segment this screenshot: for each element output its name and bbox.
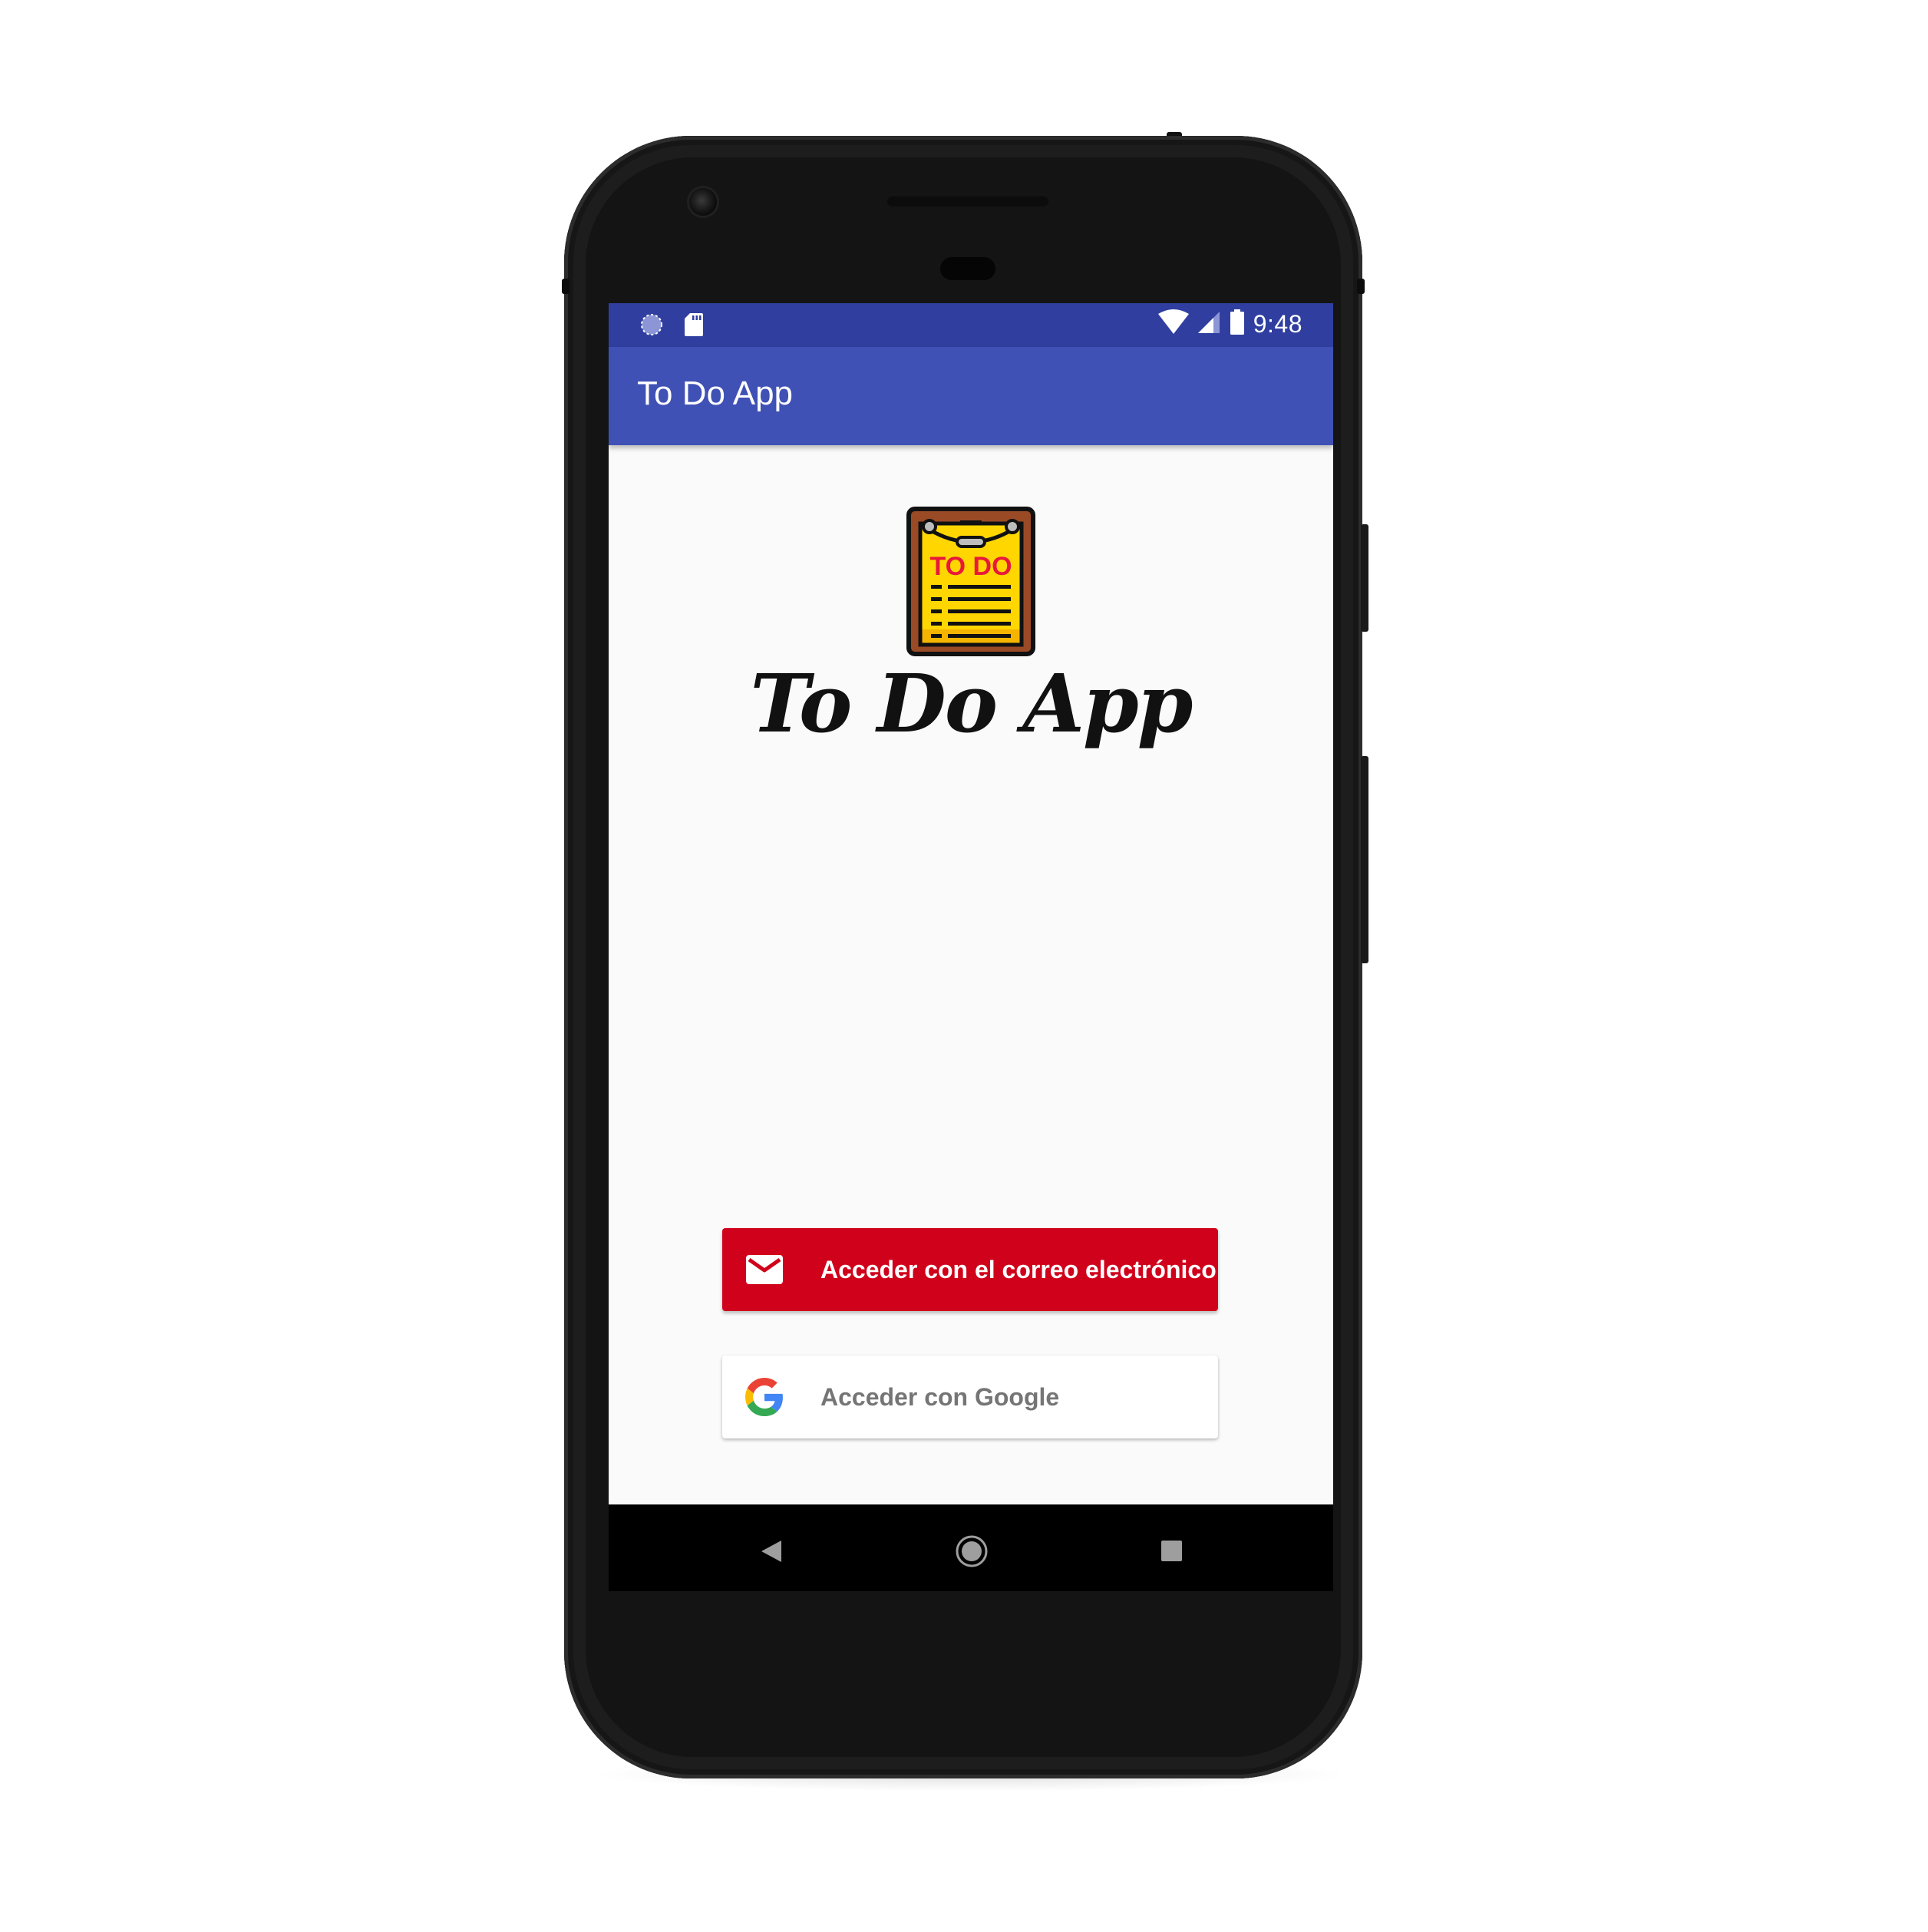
cell-signal-icon (1197, 310, 1221, 339)
logo-title: To Do App (750, 656, 1193, 751)
app-bar-title: To Do App (637, 375, 794, 412)
sign-in-content: TO DO To Do App Acceder con el correo el… (609, 445, 1333, 1504)
email-sign-in-button[interactable]: Acceder con el correo electrónico (722, 1228, 1218, 1311)
todo-icon-text: TO DO (929, 552, 1012, 581)
power-button (1361, 524, 1368, 632)
todo-clipboard-icon: TO DO (906, 507, 1035, 656)
google-sign-in-label: Acceder con Google (820, 1383, 1060, 1411)
sync-icon (639, 312, 664, 341)
mail-icon (745, 1250, 784, 1289)
back-icon[interactable] (760, 1539, 783, 1567)
battery-icon (1229, 309, 1246, 339)
right-antenna-band (1357, 279, 1365, 294)
google-sign-in-button[interactable]: Acceder con Google (722, 1356, 1218, 1438)
front-camera (689, 188, 717, 216)
sd-card-icon (684, 312, 704, 341)
left-antenna-band (562, 279, 569, 294)
status-right-icons: 9:48 (1157, 309, 1302, 339)
status-left-icons (639, 312, 704, 341)
wifi-icon (1157, 309, 1189, 339)
earpiece-speaker (886, 194, 1049, 206)
app-bar: To Do App (609, 347, 1333, 445)
email-sign-in-label: Acceder con el correo electrónico (820, 1256, 1217, 1283)
device-frame: 9:48 To Do App TO DO To Do App Acceder c… (0, 0, 1928, 1932)
status-time: 9:48 (1253, 310, 1302, 338)
home-icon[interactable] (955, 1534, 989, 1572)
google-icon (745, 1378, 784, 1416)
screen: 9:48 To Do App TO DO To Do App Acceder c… (609, 303, 1333, 1508)
status-bar: 9:48 (609, 303, 1333, 347)
proximity-sensor (940, 257, 995, 280)
recents-icon[interactable] (1161, 1541, 1182, 1561)
volume-button (1361, 756, 1368, 963)
